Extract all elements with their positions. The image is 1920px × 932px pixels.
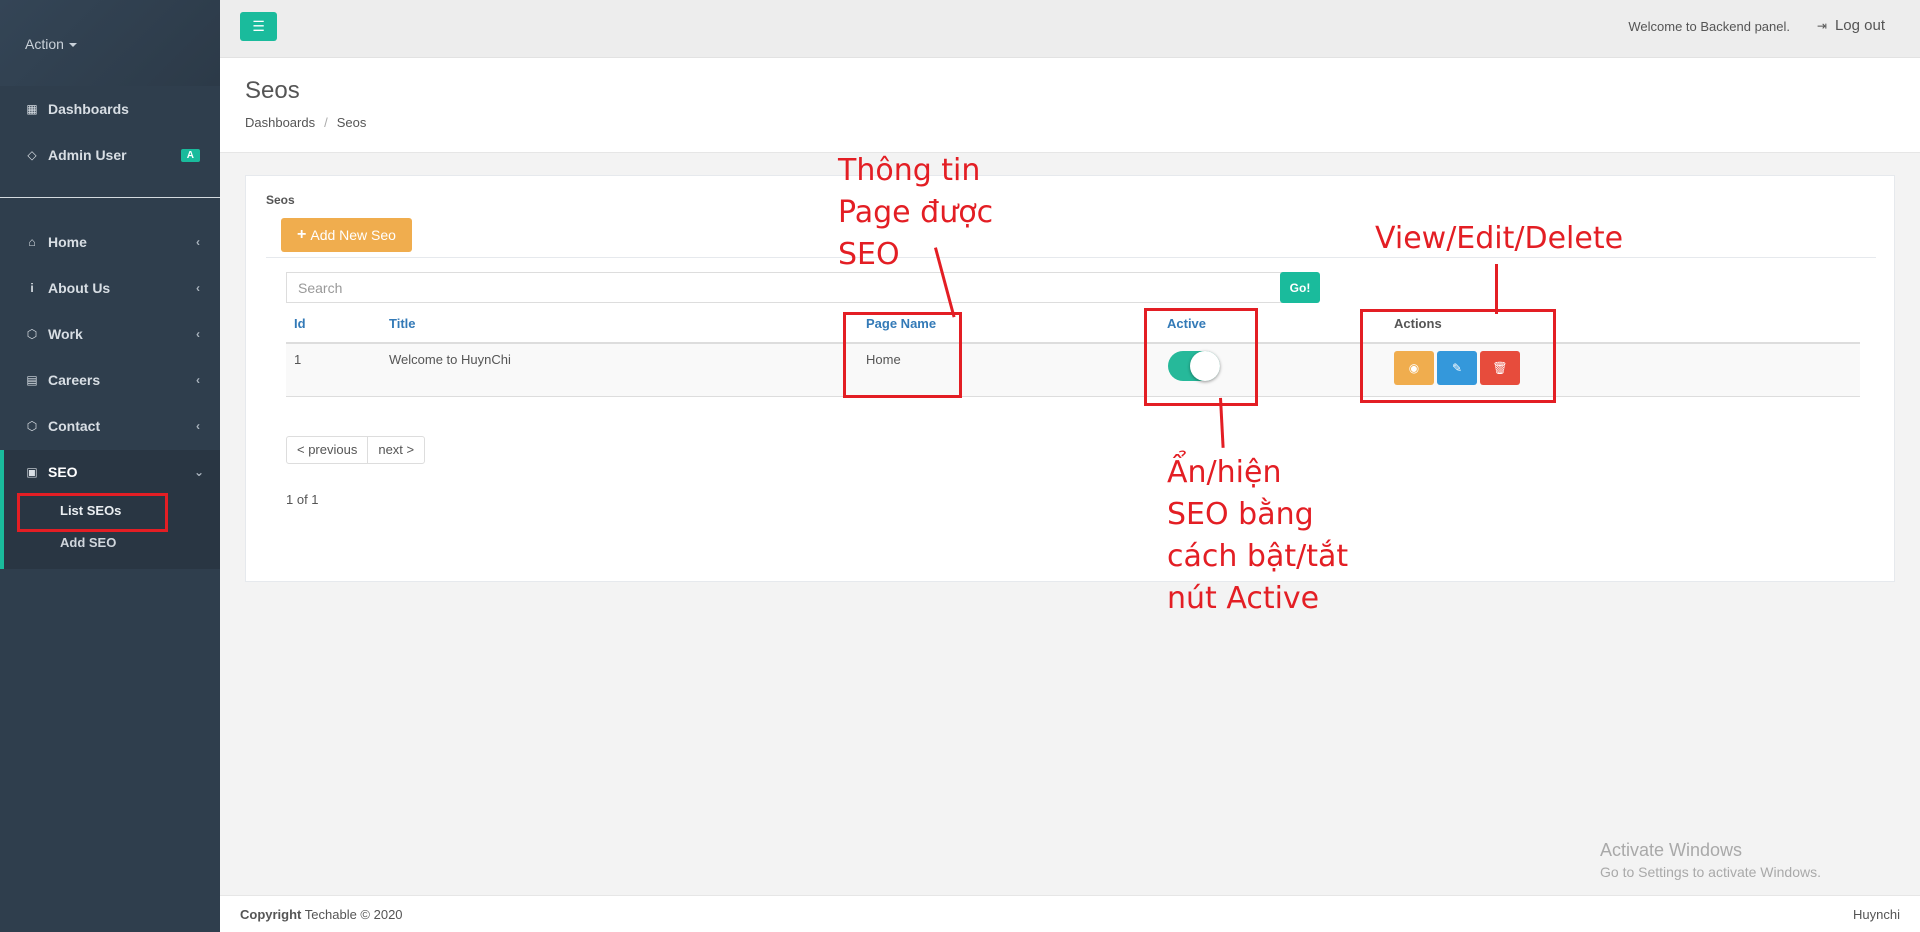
footer-author: Huynchi [1853, 907, 1900, 922]
hamburger-icon: ☰ [252, 18, 265, 34]
annotation-toggle: Ẩn/hiện SEO bằng cách bật/tắt nút Active [1167, 452, 1348, 620]
next-page-button[interactable]: next > [367, 437, 424, 463]
activate-windows-watermark: Activate Windows Go to Settings to activ… [1600, 840, 1821, 880]
sidebar-item-label: Contact [48, 418, 101, 434]
breadcrumb-current: Seos [336, 115, 367, 130]
table-row [286, 344, 1860, 397]
welcome-text: Welcome to Backend panel. [1628, 19, 1790, 34]
page-count: 1 of 1 [286, 492, 319, 507]
annotation-line: nút Active [1167, 581, 1320, 616]
top-navbar: ☰ Welcome to Backend panel. ⇥ Log out [220, 0, 1920, 58]
annotation-box-actions [1360, 309, 1556, 403]
cube-icon: ⬡ [26, 419, 38, 433]
info-icon: i [30, 281, 34, 295]
sidebar-item-admin-user[interactable]: ◇ Admin User A [0, 135, 220, 175]
sidebar-item-label: About Us [48, 280, 111, 296]
annotation-arrow-actions [1495, 264, 1498, 314]
action-label: Action [25, 36, 64, 52]
annotation-actions: View/Edit/Delete [1375, 221, 1624, 256]
sidebar-item-contact[interactable]: ⬡ Contact ‹ [0, 406, 220, 446]
chevron-left-icon: ‹ [196, 281, 200, 295]
add-new-seo-button[interactable]: + Add New Seo [281, 218, 412, 252]
sidebar-item-seo[interactable]: ▣ SEO ⌄ [4, 452, 224, 492]
annotation-box-list-seos [17, 493, 168, 532]
sidebar-divider [0, 197, 220, 198]
sidebar-item-label: SEO [48, 464, 78, 480]
cell-title: Welcome to HuynChi [389, 352, 511, 367]
sign-out-icon: ⇥ [1816, 19, 1827, 33]
logout-link[interactable]: ⇥ Log out [1817, 17, 1885, 34]
plus-icon: + [297, 226, 307, 243]
annotation-line: Page được [838, 195, 994, 230]
action-dropdown[interactable]: Action [25, 36, 77, 52]
annotation-box-page-name [843, 312, 962, 398]
breadcrumb-separator: / [324, 115, 328, 130]
cube-icon: ⬡ [26, 327, 38, 341]
chevron-left-icon: ‹ [196, 327, 200, 341]
go-button[interactable]: Go! [1280, 272, 1320, 303]
home-icon: ⌂ [28, 235, 36, 249]
sidebar-item-label: Dashboards [48, 101, 129, 117]
add-new-seo-label: Add New Seo [310, 227, 396, 243]
logout-label: Log out [1834, 17, 1885, 34]
annotation-line: cách bật/tắt [1167, 539, 1349, 574]
page-title: Seos [245, 77, 300, 104]
dashboard-icon: ▦ [26, 102, 38, 116]
breadcrumb: Dashboards / Seos [245, 115, 366, 130]
column-header-id[interactable]: Id [294, 316, 306, 331]
menu-toggle-button[interactable]: ☰ [240, 12, 277, 41]
chevron-left-icon: ‹ [196, 373, 200, 387]
panel-divider [266, 257, 1876, 258]
sidebar-item-dashboards[interactable]: ▦ Dashboards [0, 89, 220, 129]
chevron-down-icon: ⌄ [193, 465, 204, 479]
copyright-label: Copyright [240, 907, 302, 922]
sidebar-header: Action [0, 0, 220, 86]
pagination: < previous next > [286, 436, 426, 464]
seos-panel: Seos +Add New Seo Go! Id Title Page Name… [245, 175, 1895, 582]
sidebar-item-label: Home [48, 234, 87, 250]
sidebar-item-label: Admin User [48, 147, 127, 163]
watermark-line-2: Go to Settings to activate Windows. [1600, 864, 1821, 880]
footer-copyright: Copyright Techable © 2020 [240, 907, 403, 922]
sidebar: Action ▦ Dashboards ◇ Admin User A ⌂ Hom… [0, 0, 220, 932]
annotation-line: SEO bằng [1167, 497, 1314, 532]
sidebar-item-about-us[interactable]: i About Us ‹ [0, 268, 220, 308]
previous-page-button[interactable]: < previous [287, 437, 367, 463]
breadcrumb-dashboards[interactable]: Dashboards [245, 115, 315, 130]
panel-title: Seos [266, 193, 295, 207]
annotation-line: SEO [838, 237, 900, 272]
annotation-line: Ẩn/hiện [1167, 455, 1282, 490]
chevron-left-icon: ‹ [196, 235, 200, 249]
diamond-icon: ◇ [27, 148, 37, 162]
admin-badge: A [180, 148, 200, 162]
sidebar-item-work[interactable]: ⬡ Work ‹ [0, 314, 220, 354]
sidebar-subitem-add-seo[interactable]: Add SEO [60, 535, 116, 550]
column-header-title[interactable]: Title [389, 316, 416, 331]
id-card-icon: ▤ [26, 373, 38, 387]
page-header: Seos Dashboards / Seos [220, 58, 1920, 153]
copyright-text: Techable © 2020 [301, 907, 403, 922]
footer: Copyright Techable © 2020 Huynchi [220, 895, 1920, 932]
chevron-left-icon: ‹ [196, 419, 200, 433]
seo-icon: ▣ [26, 465, 38, 479]
sidebar-item-home[interactable]: ⌂ Home ‹ [0, 222, 220, 262]
sidebar-item-careers[interactable]: ▤ Careers ‹ [0, 360, 220, 400]
caret-down-icon [68, 43, 77, 48]
sidebar-item-label: Work [48, 326, 83, 342]
annotation-page-info: Thông tin Page được SEO [838, 150, 993, 276]
annotation-box-active [1144, 308, 1258, 406]
annotation-line: Thông tin [838, 153, 981, 188]
watermark-line-1: Activate Windows [1600, 840, 1743, 860]
sidebar-item-label: Careers [48, 372, 101, 388]
search-input[interactable] [286, 272, 1286, 303]
cell-id: 1 [294, 352, 302, 367]
